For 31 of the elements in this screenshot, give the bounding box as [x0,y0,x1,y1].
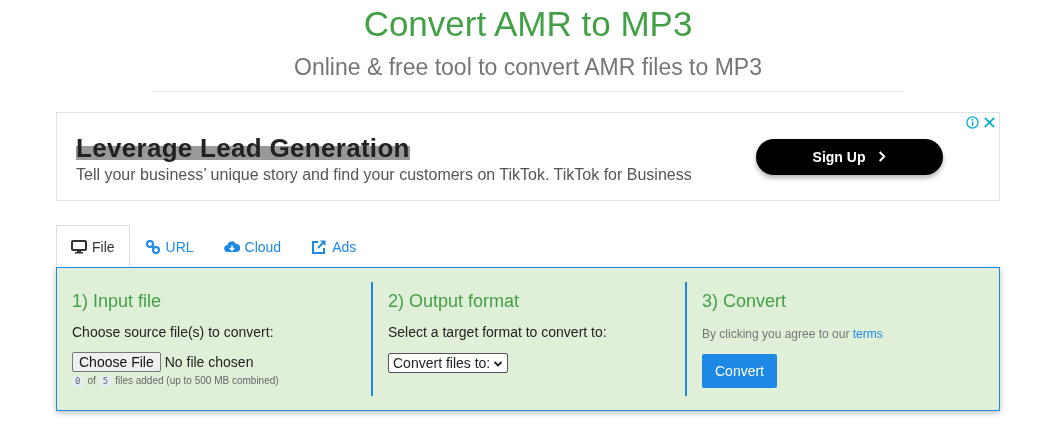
step-heading: 2) Output format [388,291,521,312]
page-title: Convert AMR to MP3 [362,3,694,44]
tab[interactable]: File [56,225,130,267]
caret-icon [493,359,504,367]
instruction-text: Choose source file(s) to convert: [72,324,275,340]
terms-link[interactable]: terms [852,327,883,341]
file-limit: 5 [99,375,112,386]
chevron-right-icon [877,151,887,162]
tab[interactable]: URL [129,225,209,267]
tab[interactable]: Ads [296,225,372,267]
format-select[interactable]: Convert files to: [388,353,509,373]
tab[interactable]: Cloud [208,225,297,267]
link-icon [144,238,161,255]
page-subtitle: Online & free tool to convert AMR files to MP3 [293,53,763,81]
file-count: 0 [72,375,84,386]
external-link-icon [311,238,328,255]
info-icon [966,116,979,129]
ad-text: Tell your business’ unique story and find your customers on TikTok. TikTok for Business [76,166,693,184]
monitor-icon [71,238,87,255]
cloud-download-icon [223,238,240,255]
convert-button[interactable]: Convert [702,354,777,388]
step-heading: 3) Convert [702,291,788,312]
count-label: of [87,375,96,386]
sign-up-button[interactable]: Sign Up [756,138,943,175]
choose-file-button[interactable]: Choose File [72,352,161,372]
instruction-text: Select a target format to convert to: [388,324,608,340]
close-icon [983,116,996,129]
step-heading: 1) Input file [72,291,163,312]
limit-note: files added (up to 500 MB combined) [115,375,279,386]
file-status-text: No file chosen [164,354,254,370]
agreement-text: By clicking you agree to our terms [702,327,884,341]
